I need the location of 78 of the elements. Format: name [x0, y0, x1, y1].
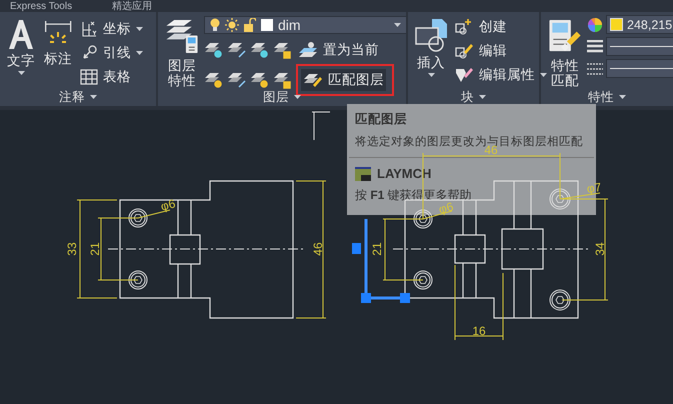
attribute-edit-icon [454, 66, 474, 84]
bolt-hole [414, 210, 432, 228]
command-icon [355, 166, 371, 180]
insert-block-icon [414, 18, 448, 52]
ribbon-button[interactable]: 坐标 [78, 18, 145, 40]
ribbon-button[interactable]: 置为当前 [296, 39, 381, 61]
dimension-text: φ6 [437, 199, 455, 217]
ribbon-button[interactable]: 引线 [78, 42, 145, 64]
caret-icon [540, 72, 547, 78]
color-field[interactable]: 248,215 [606, 15, 673, 34]
caret-icon [428, 73, 434, 78]
dimension-text: 46 [311, 242, 325, 256]
color-value: 248,215 [627, 18, 672, 32]
layer-name: dim [278, 17, 302, 33]
ribbon-tab[interactable]: 精选应用 [110, 0, 154, 12]
letter-a-icon [6, 18, 36, 50]
linetype-field[interactable] [606, 59, 673, 78]
caret-icon [18, 71, 24, 76]
layer-tool-icon[interactable] [227, 70, 247, 88]
caret-icon [619, 94, 626, 100]
layer-tool-icon[interactable] [204, 41, 224, 59]
panel-title: 图层 [263, 88, 289, 106]
bolt-hole [414, 270, 432, 290]
dimension-text: 21 [370, 242, 384, 256]
caret-icon [90, 94, 97, 100]
lineweight-field[interactable] [606, 37, 673, 56]
ribbon-button[interactable]: 标注 [40, 14, 76, 88]
layer-tool-icon[interactable] [273, 41, 293, 59]
color-swatch-icon [610, 18, 623, 31]
caret-icon [479, 94, 486, 100]
sun-icon [225, 18, 239, 32]
dimension-text: 21 [88, 242, 102, 256]
ribbon-button[interactable]: 表格 [78, 66, 145, 88]
layer-current-icon [298, 41, 318, 59]
layer-tool-icon[interactable] [273, 70, 293, 88]
ribbon-button[interactable]: 匹配图层 [301, 69, 386, 91]
caret-icon [394, 22, 401, 28]
block-edit-icon [454, 42, 474, 60]
ribbon-button[interactable]: 图层特性 [162, 14, 202, 88]
tooltip-title: 匹配图层 [355, 111, 408, 128]
dimension-text: φ6 [159, 196, 177, 214]
ribbon-button[interactable]: 文字 [4, 14, 38, 88]
lightbulb-icon [210, 18, 220, 32]
linetype-icon [587, 62, 603, 76]
dimension-text: φ7 [586, 180, 602, 196]
bolt-hole [550, 290, 570, 310]
block-create-icon [454, 18, 474, 36]
bolt-hole [128, 270, 148, 290]
lineweight-icon [587, 40, 603, 54]
table-icon [80, 69, 98, 85]
layer-stack-icon [164, 18, 200, 55]
layer-tool-icon[interactable] [227, 41, 247, 59]
ribbon-button[interactable]: 插入 [412, 14, 450, 88]
layer-tool-icon[interactable] [204, 70, 224, 88]
cursor-line [312, 112, 330, 140]
color-swatch-icon [261, 19, 273, 31]
caret-icon [294, 94, 301, 100]
caret-icon [136, 50, 143, 56]
layer-brush-icon [303, 71, 323, 89]
color-wheel-icon [587, 16, 603, 32]
selected-polyline[interactable] [352, 219, 410, 303]
dimension-icon [45, 21, 72, 43]
caret-icon [136, 26, 143, 32]
bolt-hole [550, 188, 570, 210]
layer-tool-icon[interactable] [250, 41, 270, 59]
panel-title: 特性 [588, 88, 614, 106]
dimension-text: 33 [65, 242, 79, 256]
panel-title: 块 [461, 88, 474, 106]
leader-icon [83, 45, 97, 59]
ribbon-tab[interactable]: Express Tools [8, 0, 74, 12]
panel-title: 注释 [59, 88, 85, 106]
dimension-text: 16 [472, 324, 486, 338]
bolt-hole [128, 208, 148, 228]
dimension-text: 34 [593, 242, 607, 256]
coordinate-icon [80, 20, 98, 38]
unlocked-padlock-icon [244, 18, 256, 32]
layer-dropdown[interactable]: dim [204, 16, 407, 34]
layer-tool-icon[interactable] [250, 70, 270, 88]
